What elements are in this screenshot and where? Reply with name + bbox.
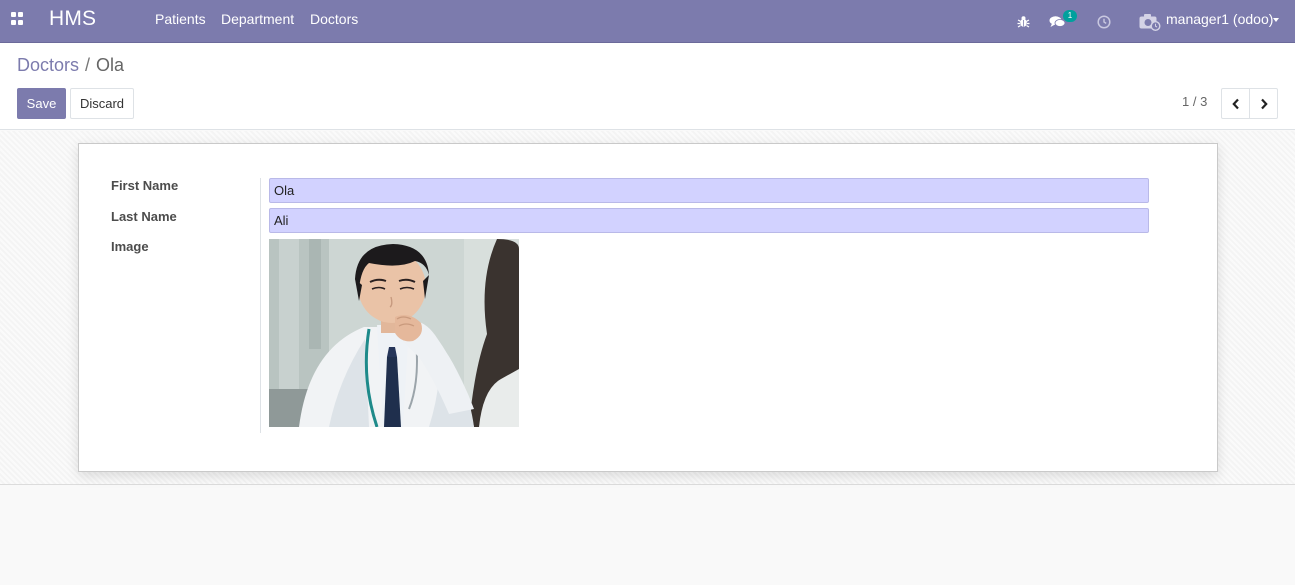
form-view: First Name Last Name Image [0,131,1295,485]
pager-next-button[interactable] [1249,88,1278,119]
image-label: Image [111,239,149,254]
bug-icon[interactable] [1017,0,1030,43]
pager-previous-button[interactable] [1221,88,1250,119]
clock-icon[interactable] [1097,0,1111,43]
user-avatar-icon[interactable] [1139,0,1161,43]
control-panel: Doctors / Ola Save Discard 1 / 3 [0,43,1295,130]
app-brand[interactable]: HMS [49,7,96,31]
pager-value[interactable]: 1 / 3 [1182,94,1207,109]
menu-item-department[interactable]: Department [221,11,294,27]
apps-grid-icon[interactable] [11,12,24,25]
doctor-photo-image [269,239,519,427]
chat-count-badge: 1 [1063,10,1077,22]
last-name-field[interactable] [269,208,1149,233]
caret-down-icon[interactable] [1273,18,1279,22]
chevron-left-icon [1231,98,1239,109]
user-menu[interactable]: manager1 (odoo) [1166,11,1273,27]
label-divider [260,178,261,433]
breadcrumb-current: Ola [96,55,125,75]
menu-item-doctors[interactable]: Doctors [310,11,358,27]
form-sheet: First Name Last Name Image [78,143,1218,472]
doctor-image[interactable] [269,239,519,427]
breadcrumb: Doctors / Ola [17,55,124,76]
discard-button[interactable]: Discard [70,88,134,119]
first-name-label: First Name [111,178,179,193]
top-navbar: HMS Patients Department Doctors 1 manage… [0,0,1295,43]
chat-icon[interactable] [1049,0,1066,43]
save-button[interactable]: Save [17,88,66,119]
menu-item-patients[interactable]: Patients [155,11,206,27]
last-name-label: Last Name [111,209,177,224]
breadcrumb-separator: / [85,55,91,75]
chevron-right-icon [1260,98,1268,109]
breadcrumb-parent[interactable]: Doctors [17,55,79,75]
first-name-field[interactable] [269,178,1149,203]
